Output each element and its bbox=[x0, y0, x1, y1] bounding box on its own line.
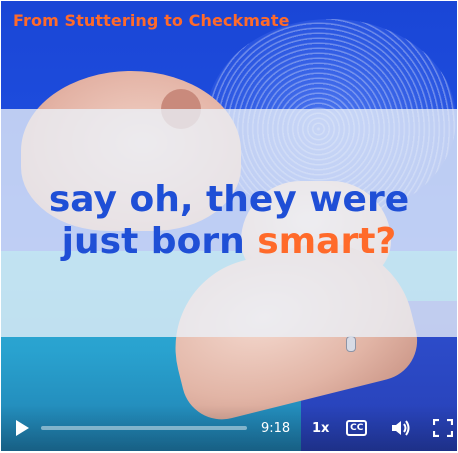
play-icon bbox=[15, 420, 29, 436]
play-button[interactable] bbox=[7, 413, 37, 443]
caption-line-2: just born smart? bbox=[1, 221, 457, 263]
caption-line-1: say oh, they were bbox=[48, 179, 410, 220]
fullscreen-button[interactable] bbox=[429, 413, 457, 443]
cc-icon: CC bbox=[346, 420, 368, 436]
video-player[interactable]: From Stuttering to Checkmate say oh, the… bbox=[1, 1, 457, 451]
time-remaining: 9:18 bbox=[260, 420, 291, 436]
progress-bar[interactable] bbox=[40, 426, 247, 430]
volume-icon bbox=[391, 420, 410, 436]
volume-button[interactable] bbox=[387, 413, 415, 443]
ring bbox=[346, 336, 356, 352]
playback-speed-button[interactable]: 1x bbox=[307, 413, 335, 443]
caption-line-2-text: just born bbox=[61, 221, 258, 262]
control-bar: 9:18 1x CC bbox=[1, 405, 457, 451]
series-title: From Stuttering to Checkmate bbox=[13, 11, 290, 30]
fullscreen-icon bbox=[432, 419, 453, 437]
captions-button[interactable]: CC bbox=[343, 413, 371, 443]
caption-accent-word: smart? bbox=[257, 221, 397, 262]
video-caption: say oh, they were just born smart? bbox=[1, 179, 457, 263]
